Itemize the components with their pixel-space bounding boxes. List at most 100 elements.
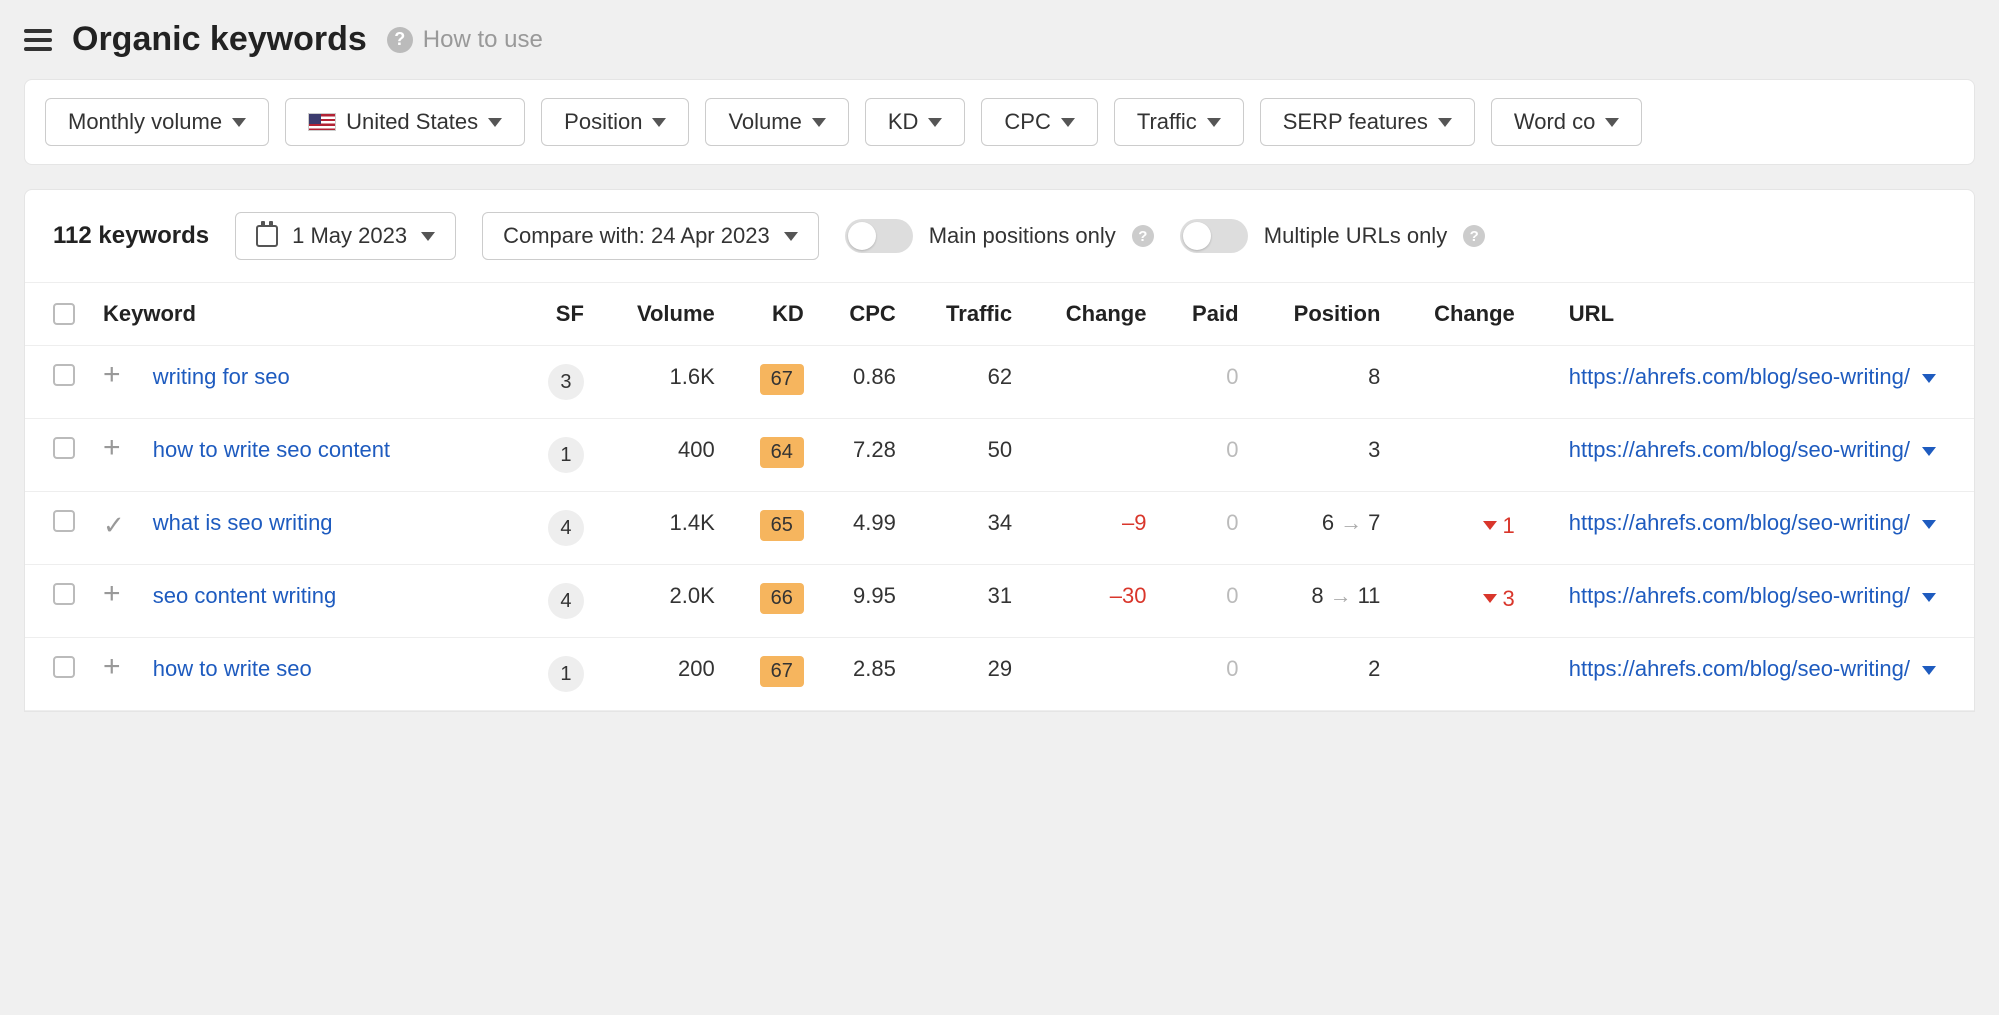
col-position[interactable]: Position — [1253, 283, 1395, 346]
change-cell — [1026, 346, 1160, 419]
sf-badge[interactable]: 4 — [548, 510, 584, 546]
help-icon[interactable]: ? — [1132, 225, 1154, 247]
filter-chip[interactable]: United States — [285, 98, 525, 146]
toggle-switch[interactable] — [845, 219, 913, 253]
chevron-down-icon[interactable] — [1922, 520, 1936, 529]
row-checkbox[interactable] — [53, 437, 75, 459]
cpc-cell: 7.28 — [818, 419, 910, 492]
volume-cell: 2.0K — [598, 565, 729, 638]
filter-label: United States — [346, 109, 478, 135]
col-kd[interactable]: KD — [729, 283, 818, 346]
url-link[interactable]: https://ahrefs.com/blog/seo-writing/ — [1569, 510, 1910, 535]
cpc-cell: 9.95 — [818, 565, 910, 638]
table-row: +seo content writing42.0K669.9531–3008→1… — [25, 565, 1974, 638]
col-url[interactable]: URL — [1529, 283, 1974, 346]
checkmark-icon[interactable]: ✓ — [103, 510, 125, 540]
sf-badge[interactable]: 3 — [548, 364, 584, 400]
url-link[interactable]: https://ahrefs.com/blog/seo-writing/ — [1569, 656, 1910, 681]
arrow-right-icon: → — [1330, 583, 1352, 608]
chevron-down-icon[interactable] — [1922, 593, 1936, 602]
keyword-link[interactable]: seo content writing — [153, 583, 336, 608]
filter-chip[interactable]: Monthly volume — [45, 98, 269, 146]
url-link[interactable]: https://ahrefs.com/blog/seo-writing/ — [1569, 583, 1910, 608]
chevron-down-icon — [784, 232, 798, 241]
paid-cell: 0 — [1160, 638, 1252, 711]
expand-icon[interactable]: + — [103, 650, 121, 683]
row-checkbox[interactable] — [53, 510, 75, 532]
filters-panel: Monthly volume United States Position Volum… — [24, 79, 1975, 165]
url-link[interactable]: https://ahrefs.com/blog/seo-writing/ — [1569, 437, 1910, 462]
volume-cell: 400 — [598, 419, 729, 492]
chevron-down-icon — [928, 118, 942, 127]
help-icon[interactable]: ? — [1463, 225, 1485, 247]
filter-label: Position — [564, 109, 642, 135]
col-sf[interactable]: SF — [519, 283, 598, 346]
col-traffic[interactable]: Traffic — [910, 283, 1026, 346]
col-paid[interactable]: Paid — [1160, 283, 1252, 346]
table-row: +writing for seo31.6K670.866208https://a… — [25, 346, 1974, 419]
keyword-count: 112 keywords — [53, 222, 209, 250]
table-header-row: Keyword SF Volume KD CPC Traffic Change … — [25, 283, 1974, 346]
top-bar: Organic keywords ? How to use — [0, 0, 1999, 79]
chevron-down-icon[interactable] — [1922, 666, 1936, 675]
filter-label: Monthly volume — [68, 109, 222, 135]
select-all-checkbox[interactable] — [53, 303, 75, 325]
filter-chip[interactable]: Position — [541, 98, 689, 146]
how-to-use-link[interactable]: ? How to use — [387, 26, 543, 54]
position-cell: 2 — [1253, 638, 1395, 711]
filter-label: SERP features — [1283, 109, 1428, 135]
filter-chip[interactable]: SERP features — [1260, 98, 1475, 146]
expand-icon[interactable]: + — [103, 577, 121, 610]
arrow-right-icon: → — [1340, 510, 1362, 535]
col-change[interactable]: Change — [1026, 283, 1160, 346]
triangle-down-icon — [1483, 521, 1497, 530]
filter-label: KD — [888, 109, 919, 135]
toggle-switch[interactable] — [1180, 219, 1248, 253]
filter-chip[interactable]: Word co — [1491, 98, 1643, 146]
col-keyword[interactable]: Keyword — [89, 283, 519, 346]
col-volume[interactable]: Volume — [598, 283, 729, 346]
filter-chip[interactable]: CPC — [981, 98, 1097, 146]
keyword-link[interactable]: writing for seo — [153, 364, 290, 389]
expand-icon[interactable]: + — [103, 431, 121, 464]
col-cpc[interactable]: CPC — [818, 283, 910, 346]
sf-badge[interactable]: 4 — [548, 583, 584, 619]
filter-chip[interactable]: Volume — [705, 98, 848, 146]
keyword-link[interactable]: what is seo writing — [153, 510, 333, 535]
calendar-icon — [256, 225, 278, 247]
chevron-down-icon[interactable] — [1922, 447, 1936, 456]
chevron-down-icon — [1061, 118, 1075, 127]
filter-label: CPC — [1004, 109, 1050, 135]
row-checkbox[interactable] — [53, 364, 75, 386]
url-link[interactable]: https://ahrefs.com/blog/seo-writing/ — [1569, 364, 1910, 389]
keywords-table: Keyword SF Volume KD CPC Traffic Change … — [25, 282, 1974, 711]
chevron-down-icon — [1605, 118, 1619, 127]
filter-label: Volume — [728, 109, 801, 135]
toggle-label: Main positions only — [929, 223, 1116, 249]
keyword-link[interactable]: how to write seo — [153, 656, 312, 681]
change-cell — [1026, 638, 1160, 711]
filter-chip[interactable]: Traffic — [1114, 98, 1244, 146]
position-cell: 3 — [1253, 419, 1395, 492]
cpc-cell: 2.85 — [818, 638, 910, 711]
paid-cell: 0 — [1160, 565, 1252, 638]
paid-cell: 0 — [1160, 492, 1252, 565]
expand-icon[interactable]: + — [103, 358, 121, 391]
chevron-down-icon[interactable] — [1922, 374, 1936, 383]
flag-us-icon — [308, 113, 336, 131]
filter-chip[interactable]: KD — [865, 98, 966, 146]
sf-badge[interactable]: 1 — [548, 656, 584, 692]
sf-badge[interactable]: 1 — [548, 437, 584, 473]
col-change2[interactable]: Change — [1394, 283, 1528, 346]
keyword-link[interactable]: how to write seo content — [153, 437, 390, 462]
toggle-label: Multiple URLs only — [1264, 223, 1447, 249]
url-cell: https://ahrefs.com/blog/seo-writing/ — [1529, 638, 1974, 711]
date-label: 1 May 2023 — [292, 223, 407, 249]
chevron-down-icon — [232, 118, 246, 127]
menu-icon[interactable] — [24, 29, 52, 51]
date-picker[interactable]: 1 May 2023 — [235, 212, 456, 260]
row-checkbox[interactable] — [53, 583, 75, 605]
change-cell — [1026, 419, 1160, 492]
row-checkbox[interactable] — [53, 656, 75, 678]
compare-picker[interactable]: Compare with: 24 Apr 2023 — [482, 212, 819, 260]
